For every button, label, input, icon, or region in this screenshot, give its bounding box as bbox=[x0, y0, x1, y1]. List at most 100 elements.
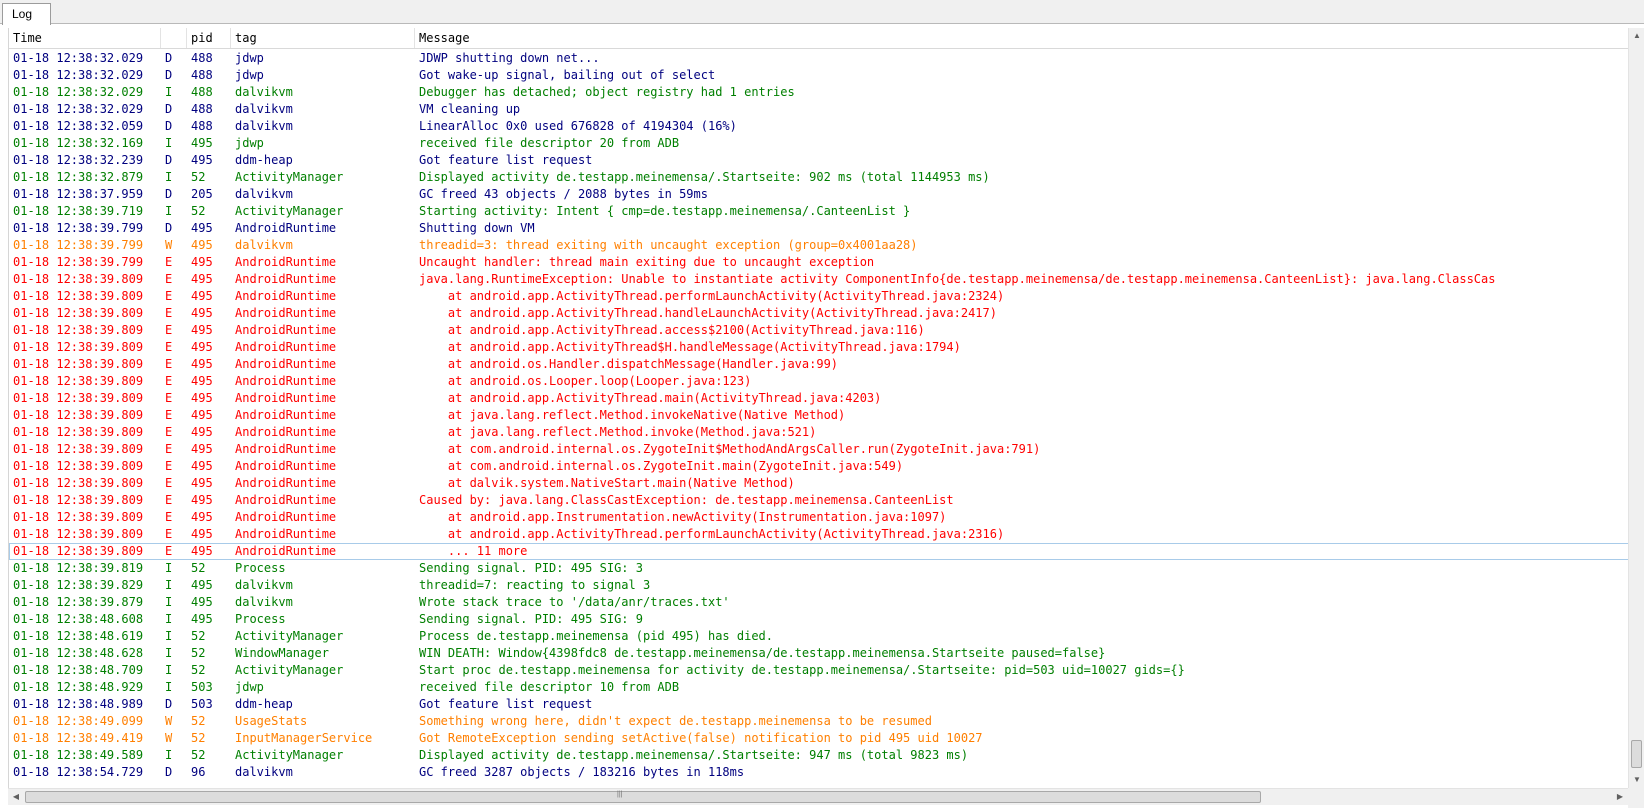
scroll-right-arrow-icon[interactable]: ▶ bbox=[1612, 789, 1628, 805]
log-message: JDWP shutting down net... bbox=[419, 51, 600, 65]
log-time: 01-18 12:38:39.809 bbox=[13, 323, 144, 337]
log-row[interactable]: 01-18 12:38:32.029 D 488 jdwp Got wake-up si… bbox=[9, 67, 1629, 84]
log-row[interactable]: 01-18 12:38:39.809 E 495 AndroidRuntime at … bbox=[9, 322, 1629, 339]
tab-log[interactable]: Log bbox=[2, 3, 51, 25]
log-row[interactable]: 01-18 12:38:39.809 E 495 AndroidRuntime at … bbox=[9, 424, 1629, 441]
horizontal-scrollbar[interactable]: ◀ ||| ▶ bbox=[8, 788, 1628, 805]
log-pid: 488 bbox=[191, 85, 213, 99]
column-header-tag[interactable]: tag bbox=[231, 28, 415, 48]
log-row[interactable]: 01-18 12:38:48.929 I 503 jdwp received file … bbox=[9, 679, 1629, 696]
log-row[interactable]: 01-18 12:38:39.879 I 495 dalvikvm Wrote stac… bbox=[9, 594, 1629, 611]
log-level: E bbox=[165, 459, 173, 473]
log-message: Displayed activity de.testapp.meinemensa… bbox=[419, 748, 969, 762]
log-message: Caused by: java.lang.ClassCastException:… bbox=[419, 493, 954, 507]
log-row[interactable]: 01-18 12:38:32.059 D 488 dalvikvm LinearAllo… bbox=[9, 118, 1629, 135]
vertical-scroll-thumb[interactable] bbox=[1631, 740, 1642, 768]
scroll-grip-icon: ||| bbox=[617, 791, 623, 798]
log-row[interactable]: 01-18 12:38:39.809 E 495 AndroidRuntime ...… bbox=[9, 543, 1629, 560]
log-tag: AndroidRuntime bbox=[235, 425, 337, 439]
log-row[interactable]: 01-18 12:38:48.709 I 52 ActivityManager Star… bbox=[9, 662, 1629, 679]
log-row[interactable]: 01-18 12:38:32.239 D 495 ddm-heap Got featur… bbox=[9, 152, 1629, 169]
log-row[interactable]: 01-18 12:38:39.719 I 52 ActivityManager Star… bbox=[9, 203, 1629, 220]
log-row[interactable]: 01-18 12:38:54.729 D 96 dalvikvm GC freed 32… bbox=[9, 764, 1629, 781]
log-message: received file descriptor 10 from ADB bbox=[419, 680, 680, 694]
log-level: I bbox=[165, 85, 173, 99]
log-message: at com.android.internal.os.ZygoteInit.ma… bbox=[419, 459, 904, 473]
log-row[interactable]: 01-18 12:38:32.169 I 495 jdwp received file … bbox=[9, 135, 1629, 152]
log-tag: ActivityManager bbox=[235, 629, 344, 643]
log-time: 01-18 12:38:39.809 bbox=[13, 425, 144, 439]
log-row[interactable]: 01-18 12:38:39.809 E 495 AndroidRuntime at … bbox=[9, 288, 1629, 305]
log-row[interactable]: 01-18 12:38:49.589 I 52 ActivityManager Disp… bbox=[9, 747, 1629, 764]
column-header-message[interactable]: Message bbox=[415, 28, 1629, 48]
log-row[interactable]: 01-18 12:38:48.619 I 52 ActivityManager Proc… bbox=[9, 628, 1629, 645]
log-row[interactable]: 01-18 12:38:48.989 D 503 ddm-heap Got featur… bbox=[9, 696, 1629, 713]
log-pid: 495 bbox=[191, 459, 213, 473]
log-time: 01-18 12:38:48.709 bbox=[13, 663, 144, 677]
log-time: 01-18 12:38:39.719 bbox=[13, 204, 144, 218]
log-time: 01-18 12:38:39.799 bbox=[13, 238, 144, 252]
log-time: 01-18 12:38:39.809 bbox=[13, 289, 144, 303]
log-time: 01-18 12:38:49.589 bbox=[13, 748, 144, 762]
log-row[interactable]: 01-18 12:38:39.809 E 495 AndroidRuntime at … bbox=[9, 458, 1629, 475]
log-row[interactable]: 01-18 12:38:39.809 E 495 AndroidRuntime at … bbox=[9, 441, 1629, 458]
log-row[interactable]: 01-18 12:38:39.809 E 495 AndroidRuntime at … bbox=[9, 407, 1629, 424]
log-pid: 503 bbox=[191, 697, 213, 711]
log-row[interactable]: 01-18 12:38:39.809 E 495 AndroidRuntime Caus… bbox=[9, 492, 1629, 509]
log-time: 01-18 12:38:48.628 bbox=[13, 646, 144, 660]
horizontal-scroll-thumb[interactable] bbox=[25, 791, 1261, 803]
table-header: Time pid tag Message bbox=[9, 28, 1629, 49]
log-tag: InputManagerService bbox=[235, 731, 373, 745]
vertical-scrollbar[interactable]: ▲ ▼ bbox=[1628, 28, 1644, 788]
log-row[interactable]: 01-18 12:38:39.809 E 495 AndroidRuntime at … bbox=[9, 509, 1629, 526]
log-row[interactable]: 01-18 12:38:39.819 I 52 Process Sending sign… bbox=[9, 560, 1629, 577]
log-row[interactable]: 01-18 12:38:39.809 E 495 AndroidRuntime at … bbox=[9, 339, 1629, 356]
log-message: Sending signal. PID: 495 SIG: 3 bbox=[419, 561, 643, 575]
log-time: 01-18 12:38:32.059 bbox=[13, 119, 144, 133]
log-tag: dalvikvm bbox=[235, 595, 293, 609]
log-pid: 495 bbox=[191, 612, 213, 626]
log-row[interactable]: 01-18 12:38:37.959 D 205 dalvikvm GC freed 4… bbox=[9, 186, 1629, 203]
log-row[interactable]: 01-18 12:38:39.809 E 495 AndroidRuntime at … bbox=[9, 390, 1629, 407]
log-row[interactable]: 01-18 12:38:39.809 E 495 AndroidRuntime at … bbox=[9, 373, 1629, 390]
log-row[interactable]: 01-18 12:38:39.809 E 495 AndroidRuntime at … bbox=[9, 526, 1629, 543]
log-message: at android.app.ActivityThread.handleLaun… bbox=[419, 306, 997, 320]
log-row[interactable]: 01-18 12:38:39.809 E 495 AndroidRuntime at … bbox=[9, 305, 1629, 322]
log-level: I bbox=[165, 170, 173, 184]
log-level: E bbox=[165, 476, 173, 490]
log-time: 01-18 12:38:39.809 bbox=[13, 374, 144, 388]
log-message: Uncaught handler: thread main exiting du… bbox=[419, 255, 875, 269]
log-row[interactable]: 01-18 12:38:39.799 D 495 AndroidRuntime Shut… bbox=[9, 220, 1629, 237]
log-pid: 52 bbox=[191, 629, 206, 643]
column-header-pid[interactable]: pid bbox=[187, 28, 231, 48]
log-message: Shutting down VM bbox=[419, 221, 535, 235]
scroll-down-arrow-icon[interactable]: ▼ bbox=[1629, 772, 1644, 788]
log-row[interactable]: 01-18 12:38:49.099 W 52 UsageStats Something… bbox=[9, 713, 1629, 730]
log-row[interactable]: 01-18 12:38:39.799 W 495 dalvikvm threadid=3… bbox=[9, 237, 1629, 254]
log-message: at com.android.internal.os.ZygoteInit$Me… bbox=[419, 442, 1041, 456]
log-pid: 495 bbox=[191, 374, 213, 388]
log-row[interactable]: 01-18 12:38:39.829 I 495 dalvikvm threadid=7… bbox=[9, 577, 1629, 594]
log-row[interactable]: 01-18 12:38:32.029 D 488 jdwp JDWP shutting … bbox=[9, 50, 1629, 67]
log-row[interactable]: 01-18 12:38:39.809 E 495 AndroidRuntime at … bbox=[9, 356, 1629, 373]
log-message: java.lang.RuntimeException: Unable to in… bbox=[419, 272, 1496, 286]
column-header-time[interactable]: Time bbox=[9, 28, 161, 48]
scroll-up-arrow-icon[interactable]: ▲ bbox=[1629, 28, 1644, 44]
scroll-left-arrow-icon[interactable]: ◀ bbox=[8, 789, 24, 805]
log-row[interactable]: 01-18 12:38:39.809 E 495 AndroidRuntime at … bbox=[9, 475, 1629, 492]
log-pid: 495 bbox=[191, 221, 213, 235]
log-pid: 495 bbox=[191, 289, 213, 303]
log-level: E bbox=[165, 255, 173, 269]
log-row[interactable]: 01-18 12:38:48.608 I 495 Process Sending sig… bbox=[9, 611, 1629, 628]
log-row[interactable]: 01-18 12:38:32.879 I 52 ActivityManager Disp… bbox=[9, 169, 1629, 186]
log-row[interactable]: 01-18 12:38:39.799 E 495 AndroidRuntime Unca… bbox=[9, 254, 1629, 271]
column-header-level[interactable] bbox=[161, 28, 187, 48]
log-row[interactable]: 01-18 12:38:32.029 D 488 dalvikvm VM cleanin… bbox=[9, 101, 1629, 118]
log-row[interactable]: 01-18 12:38:32.029 I 488 dalvikvm Debugger h… bbox=[9, 84, 1629, 101]
log-row[interactable]: 01-18 12:38:49.419 W 52 InputManagerService… bbox=[9, 730, 1629, 747]
log-row[interactable]: 01-18 12:38:39.809 E 495 AndroidRuntime java… bbox=[9, 271, 1629, 288]
log-row[interactable]: 01-18 12:38:48.628 I 52 WindowManager WIN DE… bbox=[9, 645, 1629, 662]
log-pid: 495 bbox=[191, 136, 213, 150]
log-tag: Process bbox=[235, 561, 286, 575]
log-level: I bbox=[165, 748, 173, 762]
